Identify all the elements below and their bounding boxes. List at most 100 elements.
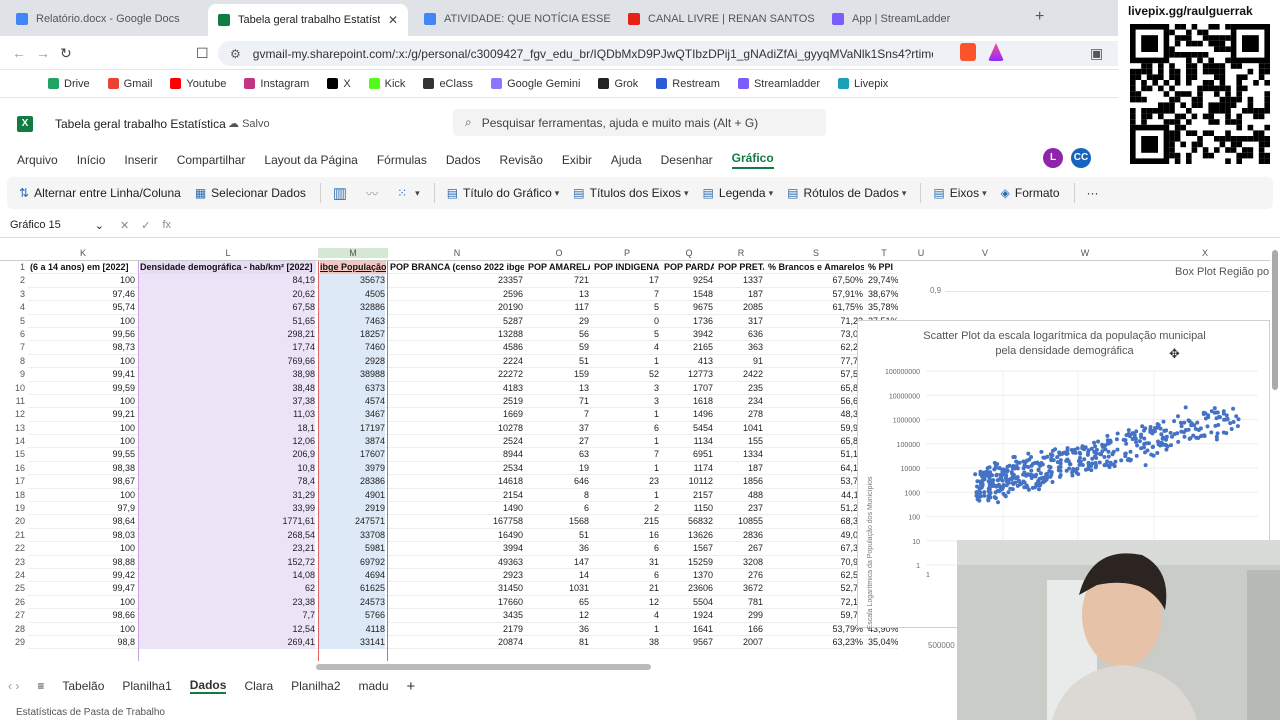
- table-cell[interactable]: 636: [716, 328, 763, 341]
- menu-item[interactable]: Compartilhar: [177, 153, 246, 167]
- table-cell[interactable]: 488: [716, 489, 763, 502]
- table-cell[interactable]: 1: [592, 355, 659, 368]
- table-cell[interactable]: 1669: [388, 408, 523, 421]
- table-cell[interactable]: 99,41: [28, 368, 135, 381]
- bookmark-item[interactable]: Livepix: [838, 78, 888, 90]
- table-cell[interactable]: 1174: [662, 462, 713, 475]
- table-cell[interactable]: 23,38: [138, 595, 315, 610]
- table-cell[interactable]: 6951: [662, 448, 713, 461]
- table-cell[interactable]: 38,98: [138, 368, 315, 382]
- browser-tab-active[interactable]: Tabela geral trabalho Estatística.x ✕: [208, 4, 408, 36]
- fx-icon[interactable]: fx: [162, 219, 171, 232]
- table-cell[interactable]: 100: [28, 315, 135, 328]
- table-cell[interactable]: 100: [28, 596, 135, 609]
- row-number[interactable]: 5: [0, 315, 28, 328]
- table-cell[interactable]: 1618: [662, 395, 713, 408]
- row-number[interactable]: 20: [0, 515, 28, 528]
- table-cell[interactable]: 1707: [662, 382, 713, 395]
- browser-tab[interactable]: App | StreamLadder: [822, 6, 1022, 32]
- table-cell[interactable]: 62,57: [766, 569, 863, 582]
- chart-type-scatter-button[interactable]: ⁙ ▾: [397, 186, 420, 200]
- row-number[interactable]: 29: [0, 636, 28, 649]
- row-number[interactable]: 10: [0, 382, 28, 395]
- table-cell[interactable]: 44,11: [766, 489, 863, 502]
- sheet-tab[interactable]: Planilha2: [291, 679, 340, 693]
- table-cell[interactable]: 98,67: [28, 475, 135, 488]
- table-cell[interactable]: 57,91%: [766, 288, 863, 301]
- table-cell[interactable]: 2165: [662, 341, 713, 354]
- sheet-nav-icon[interactable]: ‹ ›: [8, 679, 19, 693]
- bookmark-item[interactable]: Drive: [48, 78, 90, 90]
- table-cell[interactable]: 35,04%: [868, 636, 898, 649]
- table-cell[interactable]: 4586: [388, 341, 523, 354]
- table-cell[interactable]: 9254: [662, 274, 713, 287]
- table-cell[interactable]: 3994: [388, 542, 523, 555]
- table-cell[interactable]: 1150: [662, 502, 713, 515]
- table-cell[interactable]: 413: [662, 355, 713, 368]
- spreadsheet-grid[interactable]: (6 a 14 anos) em [2022] Densidade demográ…: [28, 261, 898, 661]
- back-icon[interactable]: ←: [12, 45, 26, 61]
- column-header[interactable]: V: [940, 248, 1030, 258]
- avatar[interactable]: CC: [1071, 148, 1091, 168]
- table-cell[interactable]: 100: [28, 395, 135, 408]
- table-cell[interactable]: 5504: [662, 596, 713, 609]
- table-cell[interactable]: 278: [716, 408, 763, 421]
- table-cell[interactable]: 51: [526, 529, 589, 542]
- table-cell[interactable]: 1736: [662, 315, 713, 328]
- table-cell[interactable]: 1496: [662, 408, 713, 421]
- site-info-icon[interactable]: ⚙: [230, 47, 241, 61]
- table-cell[interactable]: 2085: [716, 301, 763, 314]
- row-number[interactable]: 13: [0, 422, 28, 435]
- table-cell[interactable]: 38,67%: [868, 288, 898, 301]
- table-cell[interactable]: 10,8: [138, 461, 315, 476]
- table-cell[interactable]: 57,53: [766, 368, 863, 381]
- table-cell[interactable]: 276: [716, 569, 763, 582]
- table-cell[interactable]: 62: [138, 582, 315, 596]
- table-cell[interactable]: 14618: [388, 475, 523, 488]
- table-cell[interactable]: 14,08: [138, 568, 315, 583]
- table-cell[interactable]: 38,48: [138, 381, 315, 395]
- forward-icon[interactable]: →: [36, 45, 50, 61]
- select-data-button[interactable]: ▦ Selecionar Dados: [195, 186, 306, 200]
- table-cell[interactable]: 7,7: [138, 609, 315, 623]
- table-cell[interactable]: 1134: [662, 435, 713, 448]
- table-cell[interactable]: 166: [716, 623, 763, 636]
- table-cell[interactable]: 20874: [388, 636, 523, 649]
- table-cell[interactable]: 17,74: [138, 341, 315, 355]
- name-box[interactable]: Gráfico 15 ⌄: [0, 219, 110, 232]
- bookmark-item[interactable]: Kick: [368, 78, 405, 90]
- table-cell[interactable]: 8944: [388, 448, 523, 461]
- table-cell[interactable]: 100: [28, 623, 135, 636]
- table-cell[interactable]: 37: [526, 422, 589, 435]
- table-cell[interactable]: 100: [28, 435, 135, 448]
- table-cell[interactable]: 56,62: [766, 395, 863, 408]
- table-cell[interactable]: 2422: [716, 368, 763, 381]
- table-cell[interactable]: 1641: [662, 623, 713, 636]
- column-header[interactable]: M: [318, 248, 388, 258]
- table-cell[interactable]: 1771,61: [138, 515, 315, 529]
- table-cell[interactable]: 3: [592, 395, 659, 408]
- sheet-tab[interactable]: Planilha1: [122, 679, 171, 693]
- table-cell[interactable]: 2534: [388, 462, 523, 475]
- table-cell[interactable]: 317: [716, 315, 763, 328]
- table-cell[interactable]: 49363: [388, 556, 523, 569]
- table-cell[interactable]: 48,34: [766, 408, 863, 421]
- table-cell[interactable]: 6: [592, 542, 659, 555]
- close-tab-icon[interactable]: ✕: [380, 13, 398, 27]
- table-cell[interactable]: 99,47: [28, 582, 135, 595]
- table-cell[interactable]: 16490: [388, 529, 523, 542]
- row-number[interactable]: 15: [0, 448, 28, 461]
- row-number[interactable]: 28: [0, 623, 28, 636]
- row-number[interactable]: 6: [0, 328, 28, 341]
- add-sheet-button[interactable]: +: [407, 678, 416, 695]
- header-cell[interactable]: % Brancos e Amarelos: [768, 261, 864, 274]
- table-cell[interactable]: 99,21: [28, 408, 135, 421]
- table-cell[interactable]: 11,03: [138, 408, 315, 422]
- table-cell[interactable]: 36: [526, 542, 589, 555]
- table-cell[interactable]: 1: [592, 623, 659, 636]
- table-cell[interactable]: 73,09: [766, 328, 863, 341]
- table-cell[interactable]: 56: [526, 328, 589, 341]
- table-cell[interactable]: 8: [526, 489, 589, 502]
- more-options-button[interactable]: ···: [1087, 186, 1099, 200]
- vertical-scrollbar[interactable]: [1272, 250, 1278, 390]
